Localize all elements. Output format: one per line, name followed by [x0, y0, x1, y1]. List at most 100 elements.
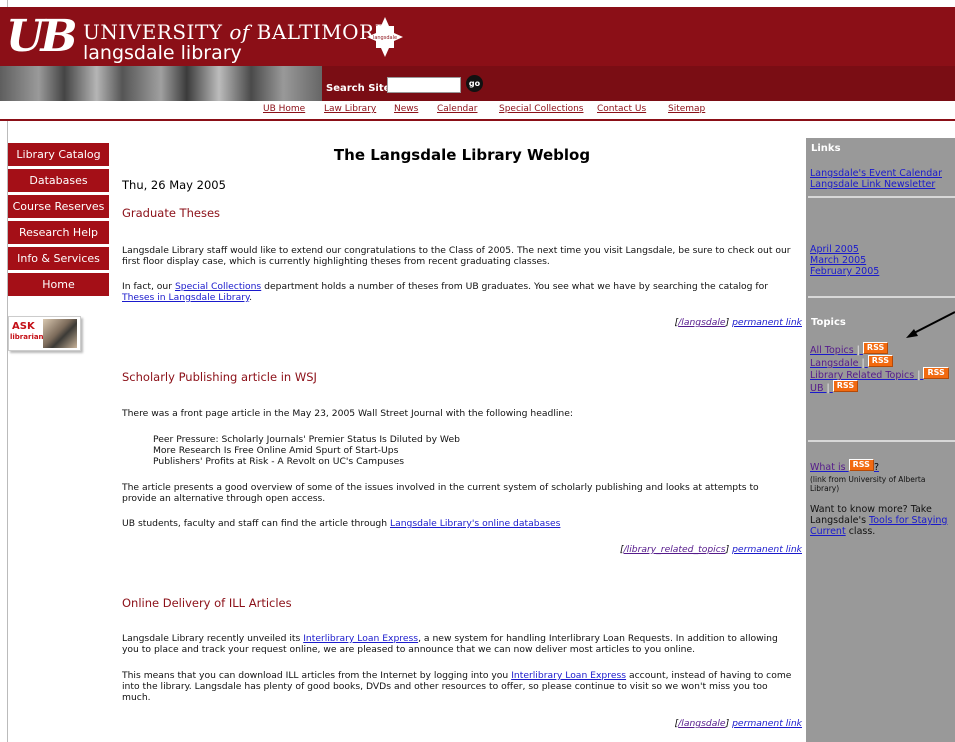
search-input[interactable]: [387, 77, 461, 93]
archive-february-2005[interactable]: February 2005: [810, 266, 879, 277]
top-navigation: UB Home Law Library News Calendar Specia…: [0, 101, 955, 121]
tools-promo: Want to know more? Take Langsdale's Tool…: [810, 504, 947, 537]
promo-line: Want to know more? Take: [810, 504, 932, 515]
category-link[interactable]: /library_related_topics: [624, 544, 726, 555]
permanent-link[interactable]: permanent link: [732, 317, 802, 328]
tools-link[interactable]: Tools for Staying: [869, 515, 947, 526]
category-link[interactable]: /langsdale: [678, 718, 725, 729]
text: In fact, our: [122, 281, 175, 292]
category-link[interactable]: /langsdale: [678, 317, 725, 328]
search-go-button[interactable]: go: [466, 75, 483, 92]
photo-strip: Search Site go: [0, 66, 955, 101]
newsletter-link[interactable]: Langsdale Link Newsletter: [810, 179, 935, 190]
topnav-news[interactable]: News: [394, 104, 418, 114]
rss-button-icon[interactable]: RSS: [832, 380, 859, 392]
topnav-sitemap[interactable]: Sitemap: [668, 104, 705, 114]
text: .: [249, 292, 253, 303]
topic-langsdale-label: Langsdale: [810, 358, 859, 369]
nav-research-help[interactable]: Research Help: [8, 221, 109, 244]
what-is-rss-link[interactable]: What is RSS?: [810, 459, 879, 473]
post-paragraph: Langsdale Library recently unveiled its …: [122, 633, 792, 655]
tools-link-current[interactable]: Current: [810, 526, 846, 537]
topic-library-related[interactable]: Library Related Topics | RSS: [810, 367, 949, 381]
topic-langsdale[interactable]: Langsdale | RSS: [810, 355, 894, 369]
page-title: The Langsdale Library Weblog: [333, 146, 591, 164]
post-footer: [/langsdale] permanent link: [674, 317, 802, 328]
post-paragraph: UB students, faculty and staff can find …: [122, 518, 792, 529]
nav-library-catalog[interactable]: Library Catalog: [8, 143, 109, 166]
logo-mark-text: langsdale: [373, 35, 397, 41]
librarian-photo: [43, 319, 77, 348]
special-collections-link[interactable]: Special Collections: [175, 281, 261, 292]
nav-home[interactable]: Home: [8, 273, 109, 296]
archive-march-2005[interactable]: March 2005: [810, 255, 866, 266]
langsdale-logo-icon: langsdale: [367, 17, 403, 57]
topnav-special-collections[interactable]: Special Collections: [499, 104, 584, 114]
promo-text: class.: [845, 526, 876, 537]
university-name-part: UNIVERSITY: [83, 20, 230, 44]
separator: |: [861, 358, 865, 369]
topic-library-related-label: Library Related Topics: [810, 370, 915, 381]
separator: |: [856, 345, 860, 356]
nav-course-reserves[interactable]: Course Reserves: [8, 195, 109, 218]
university-name: UNIVERSITY of BALTIMORE: [83, 20, 390, 44]
note-line: Library): [810, 484, 840, 493]
ill-express-link[interactable]: Interlibrary Loan Express: [303, 633, 418, 644]
question-mark: ?: [873, 462, 879, 473]
archive-april-2005[interactable]: April 2005: [810, 244, 859, 255]
topic-ub[interactable]: UB | RSS: [810, 380, 859, 394]
topics-heading: Topics: [811, 317, 846, 328]
post-footer: [/langsdale] permanent link: [674, 718, 802, 729]
note-line: (link from University of Alberta: [810, 475, 926, 484]
post-paragraph: The article presents a good overview of …: [122, 482, 759, 504]
ask-librarian-button[interactable]: ASK librarian: [8, 316, 81, 351]
topnav-ub-home[interactable]: UB Home: [263, 104, 305, 114]
right-sidebar: Links Langsdale's Event Calendar Langsda…: [806, 138, 955, 742]
headline-quote: More Research Is Free Online Amid Spurt …: [153, 445, 399, 456]
online-databases-link[interactable]: Langsdale Library's online databases: [390, 518, 560, 529]
nav-info-services[interactable]: Info & Services: [8, 247, 109, 270]
text: UB students, faculty and staff can find …: [122, 518, 390, 529]
links-heading: Links: [811, 143, 841, 154]
library-name: langsdale library: [83, 42, 242, 64]
ask-word: ASK: [12, 321, 35, 332]
what-is-label: What is: [810, 462, 846, 473]
headline-quote: Publishers' Profits at Risk - A Revolt o…: [153, 456, 405, 467]
arrow-icon: [906, 311, 955, 338]
post-footer: [/library_related_topics] permanent link: [619, 544, 802, 555]
ill-express-link[interactable]: Interlibrary Loan Express: [511, 670, 626, 681]
theses-link[interactable]: Theses in Langsdale Library: [122, 292, 249, 303]
separator: |: [826, 383, 830, 394]
rss-button-icon[interactable]: RSS: [862, 342, 889, 354]
ask-sub: librarian: [10, 333, 44, 341]
headline-quote: Peer Pressure: Scholarly Journals' Premi…: [153, 434, 460, 445]
rss-button-icon[interactable]: RSS: [867, 355, 894, 367]
promo-text: Langsdale's: [810, 515, 870, 526]
divider: [808, 296, 955, 298]
rss-button-icon[interactable]: RSS: [923, 367, 949, 379]
post-title-graduate-theses: Graduate Theses: [122, 206, 221, 220]
nav-databases[interactable]: Databases: [8, 169, 109, 192]
topic-all-label: All Topics: [810, 345, 854, 356]
site-header: UB UNIVERSITY of BALTIMORE langsdale lib…: [0, 7, 955, 66]
ub-logo[interactable]: UB: [6, 13, 78, 61]
permanent-link[interactable]: permanent link: [732, 718, 802, 729]
post-title-ill-articles: Online Delivery of ILL Articles: [122, 596, 292, 610]
rss-source-note: (link from University of Alberta Library): [810, 475, 925, 493]
separator: |: [917, 370, 921, 381]
topnav-law-library[interactable]: Law Library: [324, 104, 376, 114]
topnav-calendar[interactable]: Calendar: [437, 104, 477, 114]
divider: [808, 440, 955, 442]
divider: [808, 196, 955, 198]
text: Langsdale Library recently unveiled its: [122, 633, 304, 644]
event-calendar-link[interactable]: Langsdale's Event Calendar: [810, 168, 942, 179]
topic-ub-label: UB: [810, 383, 824, 394]
search-label: Search Site: [326, 83, 391, 94]
permanent-link[interactable]: permanent link: [732, 544, 802, 555]
post-paragraph: Langsdale Library staff would like to ex…: [122, 245, 791, 267]
text: This means that you can download ILL art…: [122, 670, 512, 681]
post-date: Thu, 26 May 2005: [122, 178, 226, 192]
library-photos-image: [0, 66, 322, 101]
post-paragraph: In fact, our Special Collections departm…: [122, 281, 792, 303]
topnav-contact-us[interactable]: Contact Us: [597, 104, 646, 114]
